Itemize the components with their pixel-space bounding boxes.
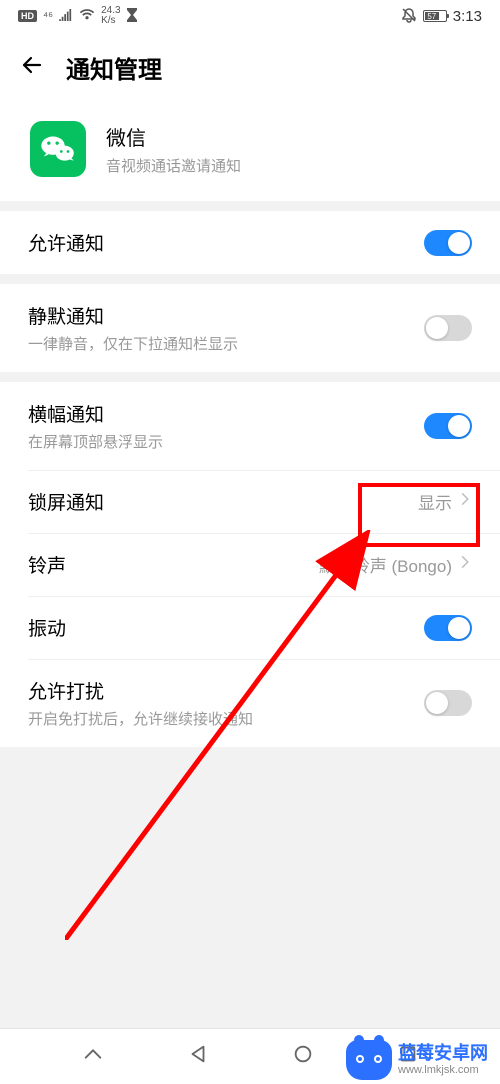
- wechat-icon: [30, 121, 86, 177]
- status-right: 57 3:13: [401, 7, 482, 26]
- battery-icon: 57: [423, 10, 447, 22]
- row-banner-notifications[interactable]: 横幅通知 在屏幕顶部悬浮显示: [0, 382, 500, 470]
- row-title: 铃声: [28, 551, 66, 578]
- watermark: 蓝莓安卓网 www.lmkjsk.com: [346, 1040, 488, 1080]
- toggle-silent[interactable]: [424, 315, 472, 341]
- app-subtitle: 音视频通话邀请通知: [106, 155, 241, 176]
- hourglass-icon: [127, 8, 137, 25]
- row-sub: 一律静音，仅在下拉通知栏显示: [28, 333, 238, 354]
- mute-icon: [401, 7, 417, 26]
- row-title: 允许打扰: [28, 677, 253, 704]
- row-allow-notifications[interactable]: 允许通知: [0, 211, 500, 274]
- nav-menu-icon[interactable]: [82, 1043, 104, 1070]
- row-title: 锁屏通知: [28, 488, 104, 515]
- back-icon[interactable]: [20, 53, 44, 82]
- net-speed: 24.3 K/s: [101, 6, 120, 26]
- app-info-row: 微信 音视频通话邀请通知: [0, 107, 500, 201]
- section-details: 横幅通知 在屏幕顶部悬浮显示 锁屏通知 显示 铃声 默认铃声 (Bongo) 振…: [0, 382, 500, 747]
- row-value: 显示: [418, 489, 452, 514]
- section-silent: 静默通知 一律静音，仅在下拉通知栏显示: [0, 284, 500, 372]
- app-name: 微信: [106, 122, 241, 151]
- page-title: 通知管理: [66, 50, 162, 85]
- toggle-disturb[interactable]: [424, 690, 472, 716]
- watermark-title: 蓝莓安卓网: [398, 1044, 488, 1064]
- row-ringtone[interactable]: 铃声 默认铃声 (Bongo): [0, 533, 500, 596]
- wifi-icon: [79, 8, 95, 24]
- signal-icon: [59, 9, 73, 24]
- section-allow: 允许通知: [0, 211, 500, 274]
- row-lockscreen-notifications[interactable]: 锁屏通知 显示: [0, 470, 500, 533]
- chevron-right-icon: [458, 492, 472, 511]
- watermark-icon: [346, 1040, 392, 1080]
- row-sub: 开启免打扰后，允许继续接收通知: [28, 708, 253, 729]
- row-title: 横幅通知: [28, 400, 163, 427]
- row-silent-notifications[interactable]: 静默通知 一律静音，仅在下拉通知栏显示: [0, 284, 500, 372]
- watermark-url: www.lmkjsk.com: [398, 1064, 488, 1076]
- page-header: 通知管理: [0, 32, 500, 107]
- toggle-banner[interactable]: [424, 413, 472, 439]
- network-gen: ⁴⁶: [43, 9, 53, 23]
- status-left: HD ⁴⁶ 24.3 K/s: [18, 6, 137, 26]
- row-title: 振动: [28, 614, 66, 641]
- status-bar: HD ⁴⁶ 24.3 K/s 57 3:13: [0, 0, 500, 32]
- toggle-vibrate[interactable]: [424, 615, 472, 641]
- nav-back-icon[interactable]: [187, 1043, 209, 1070]
- row-title: 允许通知: [28, 229, 104, 256]
- battery-pct: 57: [425, 12, 439, 20]
- nav-home-icon[interactable]: [292, 1043, 314, 1070]
- row-value: 默认铃声 (Bongo): [319, 552, 452, 577]
- row-sub: 在屏幕顶部悬浮显示: [28, 431, 163, 452]
- row-vibrate[interactable]: 振动: [0, 596, 500, 659]
- toggle-allow[interactable]: [424, 230, 472, 256]
- chevron-right-icon: [458, 555, 472, 574]
- clock: 3:13: [453, 8, 482, 25]
- hd-badge: HD: [18, 10, 37, 22]
- row-title: 静默通知: [28, 302, 238, 329]
- row-allow-disturb[interactable]: 允许打扰 开启免打扰后，允许继续接收通知: [0, 659, 500, 747]
